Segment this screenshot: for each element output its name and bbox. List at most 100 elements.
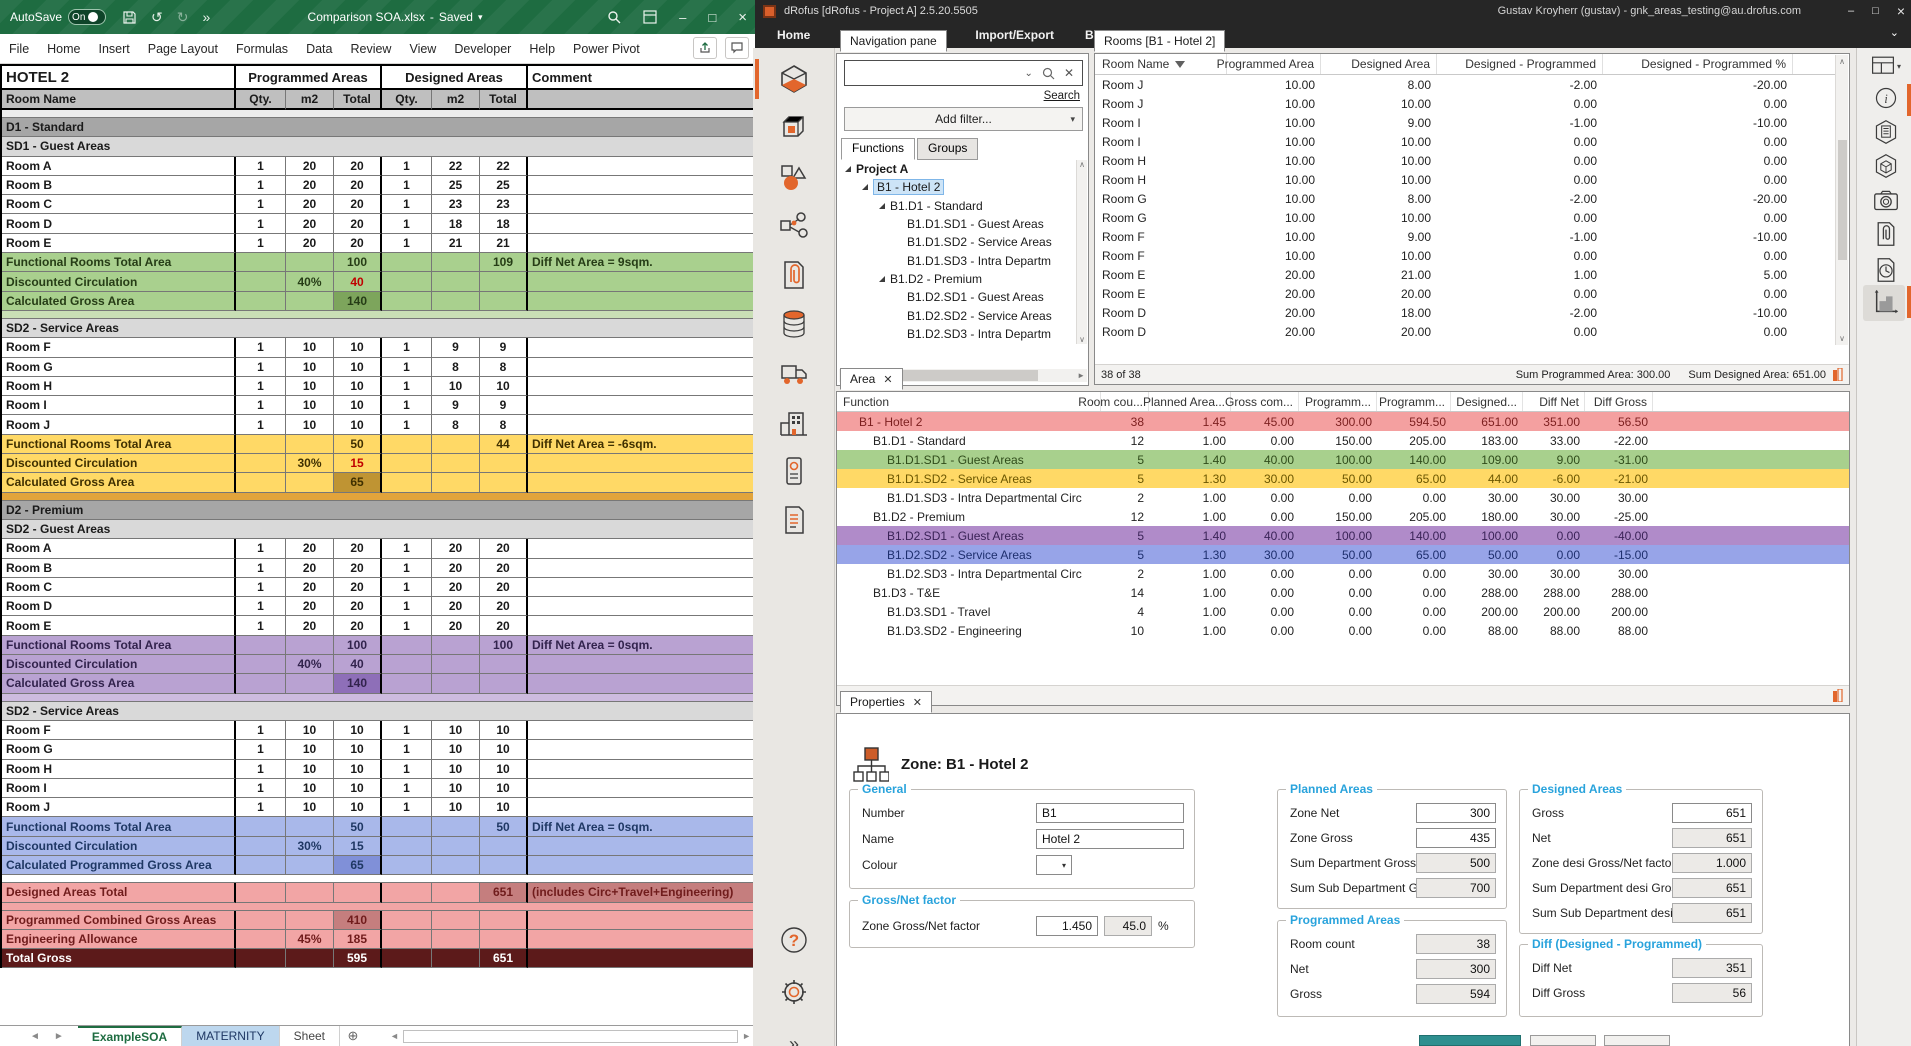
ribbon-tab-formulas[interactable]: Formulas (227, 34, 297, 64)
rooms-row[interactable]: Room F10.009.00-1.00-10.00 (1095, 227, 1837, 246)
table-row[interactable]: Functional Rooms Total Area100100Diff Ne… (2, 636, 757, 655)
table-row[interactable]: Functional Rooms Total Area100109Diff Ne… (2, 253, 757, 272)
colour-dropdown[interactable]: ▾ (1036, 855, 1072, 875)
rooms-row[interactable]: Room D20.0018.00-2.00-10.00 (1095, 303, 1837, 322)
clear-icon[interactable]: ✕ (1064, 66, 1074, 80)
info-icon[interactable]: i (1871, 84, 1901, 112)
tree-item-b1-d2-sd1-guest-areas[interactable]: B1.D2.SD1 - Guest Areas (839, 288, 1073, 306)
save-button[interactable] (1419, 1035, 1521, 1046)
area-row[interactable]: B1.D2 - Premium121.000.00150.00205.00180… (837, 507, 1849, 526)
ribbon-tab-data[interactable]: Data (297, 34, 341, 64)
projects-icon[interactable] (776, 61, 812, 97)
reports-icon[interactable] (776, 502, 812, 538)
expander-icon[interactable] (862, 184, 868, 190)
area-row[interactable]: B1.D2.SD2 - Service Areas51.3030.0050.00… (837, 545, 1849, 564)
items-icon[interactable] (776, 159, 812, 195)
ribbon-display-icon[interactable] (643, 10, 657, 24)
close-tab-icon[interactable]: ✕ (883, 373, 892, 386)
area-row[interactable]: B1 - Hotel 2381.4545.00300.00594.50651.0… (837, 412, 1849, 431)
table-row[interactable]: Room G1101011010 (2, 740, 757, 759)
table-row[interactable]: SD2 - Service Areas (2, 319, 757, 338)
model-icon[interactable] (776, 110, 812, 146)
area-row[interactable]: B1.D1.SD3 - Intra Departmental Circ21.00… (837, 488, 1849, 507)
column-header[interactable]: Room cou... (1101, 392, 1149, 411)
magnifier-icon[interactable] (1042, 67, 1055, 80)
add-filter-dropdown[interactable]: Add filter...▾ (844, 107, 1083, 131)
model-box-icon[interactable] (1871, 152, 1901, 180)
table-row[interactable]: Discounted Circulation30%15 (2, 837, 757, 856)
rooms-row[interactable]: Room I10.009.00-1.00-10.00 (1095, 113, 1837, 132)
ribbon-tab-page-layout[interactable]: Page Layout (139, 34, 227, 64)
search-input[interactable]: ⌄ ✕ (844, 60, 1083, 86)
collapse-ribbon-icon[interactable]: ⌄ (1890, 26, 1899, 39)
column-header[interactable]: Designed - Programmed % (1603, 54, 1793, 74)
column-header[interactable]: Diff Net (1523, 392, 1585, 411)
ribbon-tab-view[interactable]: View (400, 34, 445, 64)
ribbon-tab-help[interactable]: Help (520, 34, 564, 64)
table-row[interactable]: SD2 - Guest Areas (2, 520, 757, 539)
tree-item-b1-d2-premium[interactable]: B1.D2 - Premium (839, 270, 1073, 288)
field-input[interactable]: Hotel 2 (1036, 829, 1184, 849)
table-row[interactable]: SD2 - Service Areas (2, 702, 757, 721)
tree-item-project-a[interactable]: Project A (839, 160, 1073, 178)
table-row[interactable]: Calculated Gross Area140 (2, 674, 757, 693)
table-row[interactable]: Room E1202012020 (2, 616, 757, 635)
rooms-row[interactable]: Room D20.0020.000.000.00 (1095, 322, 1837, 341)
sheet-tab-examplesoa[interactable]: ExampleSOA (78, 1026, 182, 1046)
close-button[interactable]: × (738, 9, 747, 26)
field-input[interactable]: 651 (1672, 803, 1752, 823)
panel-layout-icon[interactable]: ▾ (1871, 52, 1901, 80)
menu-home[interactable]: Home (777, 28, 810, 42)
table-row[interactable]: Room F1101011010 (2, 721, 757, 740)
field-input[interactable]: 1.000 (1672, 853, 1752, 873)
redo-button[interactable]: ↻ (177, 9, 189, 26)
table-row[interactable]: Room J11010188 (2, 415, 757, 434)
sheet-next-icon[interactable]: ► (54, 1031, 64, 1042)
area-row[interactable]: B1.D3.SD2 - Engineering101.000.000.000.0… (837, 621, 1849, 640)
table-row[interactable]: Room G11010188 (2, 358, 757, 377)
table-row[interactable]: Room J1101011010 (2, 798, 757, 817)
search-icon[interactable] (607, 10, 621, 24)
tree-item-b1-d1-sd3-intra-departm[interactable]: B1.D1.SD3 - Intra Departm (839, 251, 1073, 269)
sheet-tab-maternity[interactable]: MATERNITY (182, 1026, 279, 1046)
table-row[interactable]: D2 - Premium (2, 501, 757, 520)
ribbon-tab-review[interactable]: Review (341, 34, 400, 64)
tree-item-b1-d1-sd2-service-areas[interactable]: B1.D1.SD2 - Service Areas (839, 233, 1073, 251)
share-icon[interactable] (693, 37, 717, 59)
expander-icon[interactable] (845, 166, 851, 172)
close-tab-icon[interactable]: ✕ (913, 696, 922, 709)
table-row[interactable]: Designed Areas Total651(includes Circ+Tr… (2, 883, 757, 902)
ribbon-tab-home[interactable]: Home (38, 34, 89, 64)
table-row[interactable]: Room D1202012020 (2, 597, 757, 616)
database-icon[interactable] (776, 306, 812, 342)
area-row[interactable]: B1.D1 - Standard121.000.00150.00205.0018… (837, 431, 1849, 450)
export-columns-icon[interactable] (1832, 368, 1843, 381)
ribbon-tab-file[interactable]: File (0, 34, 38, 64)
buildings-icon[interactable] (776, 404, 812, 440)
field-input[interactable]: 300 (1416, 803, 1496, 823)
field-input[interactable]: 651 (1672, 903, 1752, 923)
cancel-button[interactable] (1604, 1035, 1670, 1046)
collapse-icon[interactable]: » (776, 1026, 812, 1046)
column-header[interactable]: Programm... (1377, 392, 1451, 411)
rooms-row[interactable]: Room G10.008.00-2.00-20.00 (1095, 189, 1837, 208)
minimize-button[interactable]: – (679, 10, 686, 25)
export-columns-icon[interactable] (1832, 689, 1843, 702)
field-input[interactable]: 594 (1416, 984, 1496, 1004)
expander-icon[interactable] (879, 203, 885, 209)
column-header[interactable]: Designed - Programmed (1437, 54, 1603, 74)
table-row[interactable]: Functional Rooms Total Area5050Diff Net … (2, 817, 757, 836)
column-header[interactable]: Function (837, 392, 1101, 411)
document-icon[interactable] (1871, 118, 1901, 146)
area-row[interactable]: B1.D3 - T&E141.000.000.000.00288.00288.0… (837, 583, 1849, 602)
column-header[interactable]: Programmed Area (1227, 54, 1321, 74)
rooms-row[interactable]: Room E20.0020.000.000.00 (1095, 284, 1837, 303)
table-row[interactable]: Room I11010199 (2, 396, 757, 415)
rooms-row[interactable]: Room H10.0010.000.000.00 (1095, 170, 1837, 189)
table-row[interactable]: Engineering Allowance45%185 (2, 930, 757, 949)
column-header[interactable]: Gross com... (1231, 392, 1299, 411)
save-icon[interactable] (122, 10, 137, 25)
field-input[interactable]: 500 (1416, 853, 1496, 873)
tree-vertical-scrollbar[interactable]: ∧∨ (1076, 160, 1087, 344)
ribbon-tab-power-pivot[interactable]: Power Pivot (564, 34, 649, 64)
